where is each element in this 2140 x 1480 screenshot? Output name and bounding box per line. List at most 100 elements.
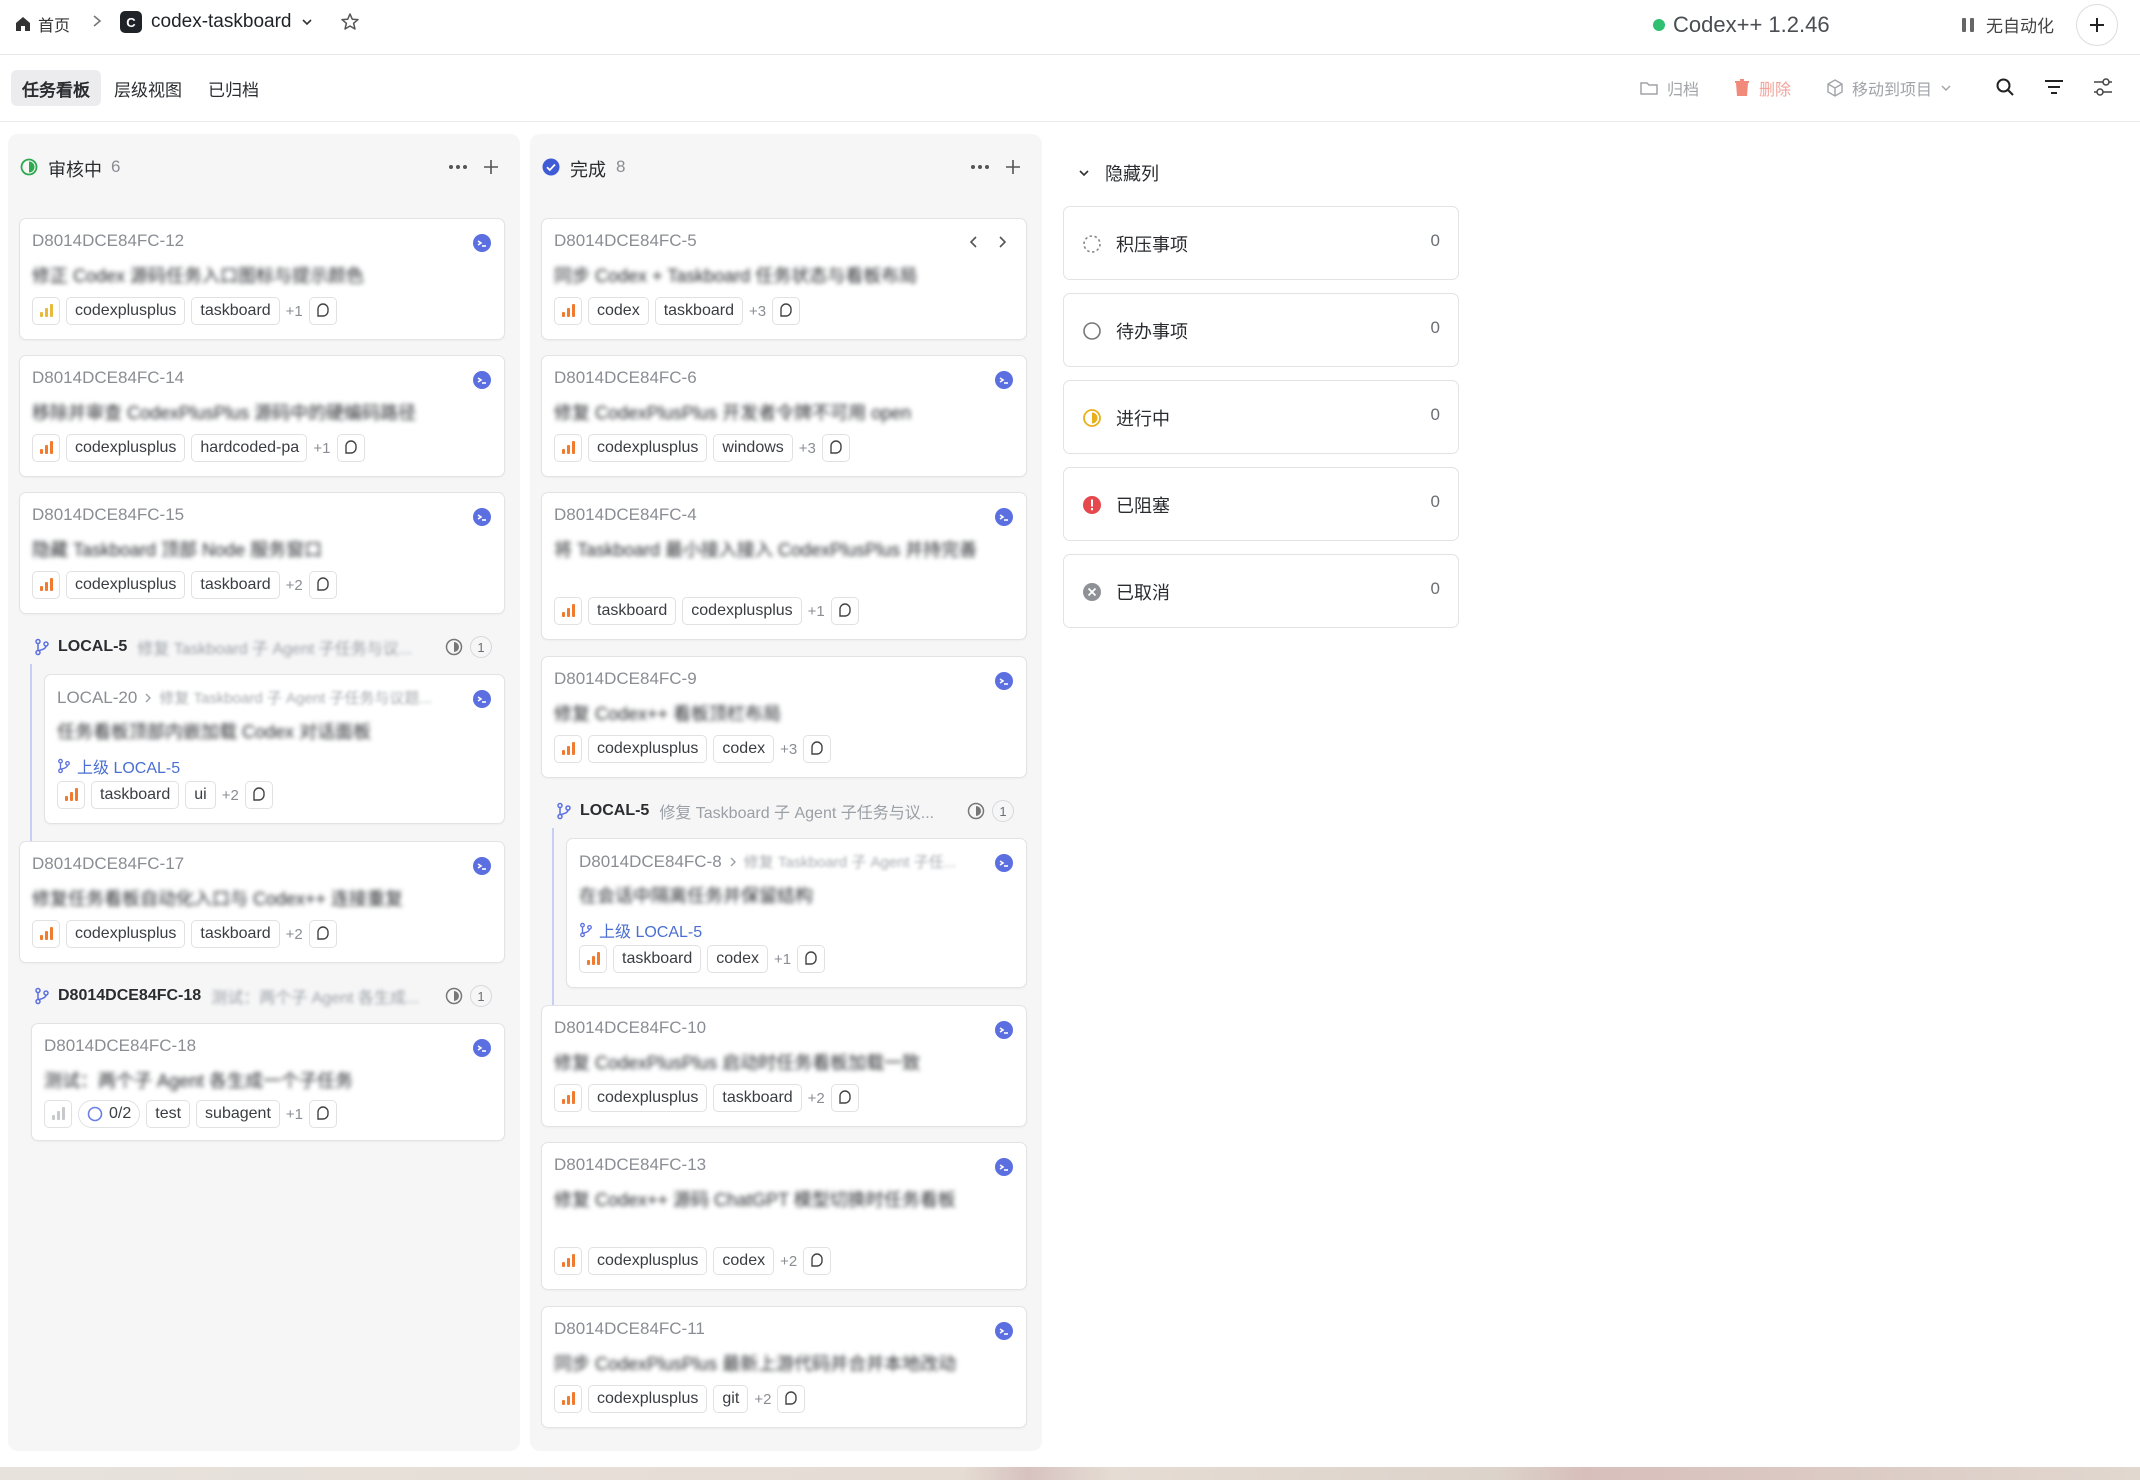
comment-icon[interactable] <box>803 1247 832 1275</box>
task-card[interactable]: D8014DCE84FC-18 测试：两个子 Agent 各生成一个子任务 0/… <box>31 1023 505 1141</box>
label-tag: codexplusplus <box>66 434 186 462</box>
hidden-column-in-progress[interactable]: 进行中 0 <box>1063 380 1459 454</box>
label-tag: taskboard <box>613 945 702 973</box>
label-tag: ui <box>185 781 216 809</box>
task-title: 移除并审查 CodexPlusPlus 源码中的硬编码路径 <box>32 403 417 423</box>
task-title: 将 Taskboard 最小接入接入 CodexPlusPlus 并持完善 <box>554 540 978 560</box>
comment-icon[interactable] <box>309 1100 337 1128</box>
comment-icon[interactable] <box>803 735 832 763</box>
branch-icon <box>580 922 592 938</box>
task-card[interactable]: D8014DCE84FC-17 修复任务看板自动化入口与 Codex++ 连接重… <box>19 841 505 963</box>
hidden-column-todo[interactable]: 待办事项 0 <box>1063 293 1459 367</box>
more-options-icon[interactable] <box>970 164 990 170</box>
project-switcher[interactable]: C codex-taskboard <box>120 11 314 33</box>
archive-button[interactable]: 归档 <box>1639 76 1699 100</box>
task-card[interactable]: D8014DCE84FC-6 修复 CodexPlusPlus 开发者令牌不可用… <box>541 355 1027 477</box>
task-card[interactable]: D8014DCE84FC-4 将 Taskboard 最小接入接入 CodexP… <box>541 492 1027 640</box>
task-meta: taskboard codexplusplus +1 <box>554 597 859 625</box>
hidden-columns-title: 隐藏列 <box>1105 164 1159 184</box>
display-settings-icon[interactable] <box>2092 77 2114 97</box>
branch-icon <box>557 802 571 820</box>
task-card[interactable]: D8014DCE84FC-14 移除并审查 CodexPlusPlus 源码中的… <box>19 355 505 477</box>
comment-icon[interactable] <box>772 297 801 325</box>
parent-crumb: 修复 Taskboard 子 Agent 子任务与议题... <box>159 690 432 707</box>
tab-board[interactable]: 任务看板 <box>11 70 101 106</box>
home-link[interactable]: 首页 <box>14 12 70 36</box>
project-avatar: C <box>120 11 142 33</box>
archive-label: 归档 <box>1667 82 1700 99</box>
comment-icon[interactable] <box>308 571 337 599</box>
agent-icon <box>473 371 491 389</box>
folder-icon <box>1640 82 1658 95</box>
progress-ring-icon <box>87 1106 103 1122</box>
project-name: codex-taskboard <box>151 11 292 32</box>
comment-icon[interactable] <box>830 1084 859 1112</box>
hidden-column-count: 0 <box>1430 492 1440 511</box>
star-icon[interactable] <box>340 12 360 32</box>
label-tag: taskboard <box>588 597 677 625</box>
automation-toggle[interactable]: 无自动化 <box>1960 12 2054 37</box>
priority-high-icon <box>32 920 60 948</box>
comment-icon[interactable] <box>244 781 273 809</box>
task-card[interactable]: D8014DCE84FC-12 修正 Codex 源码任务入口图标与提示颜色 c… <box>19 218 505 340</box>
tab-hierarchy[interactable]: 层级视图 <box>103 70 193 106</box>
parent-group-header[interactable]: LOCAL-5 修复 Taskboard 子 Agent 子任务与议... <box>556 796 956 826</box>
task-card[interactable]: D8014DCE84FC-15 隐藏 Taskboard 顶部 Node 服务窗… <box>19 492 505 614</box>
label-tag: test <box>146 1100 191 1128</box>
search-icon[interactable] <box>1995 77 2015 97</box>
task-id: D8014DCE84FC-14 <box>32 368 185 387</box>
parent-group-header[interactable]: D8014DCE84FC-18 测试：两个子 Agent 各生成... <box>34 981 504 1011</box>
task-meta: codex taskboard +3 <box>554 297 801 325</box>
move-to-project-button[interactable]: 移动到项目 <box>1826 76 1952 100</box>
hidden-column-count: 0 <box>1430 405 1440 424</box>
task-meta: 0/2 test subagent +1 <box>44 1100 337 1128</box>
parent-link[interactable]: 上级 LOCAL-5 <box>579 918 702 942</box>
hidden-column-backlog[interactable]: 积压事项 0 <box>1063 206 1459 280</box>
task-card[interactable]: D8014DCE84FC-9 修复 Codex++ 看板顶栏布局 codexpl… <box>541 656 1027 778</box>
task-meta: codexplusplus windows +3 <box>554 434 850 462</box>
add-card-icon[interactable] <box>483 159 499 175</box>
hidden-column-canceled[interactable]: 已取消 0 <box>1063 554 1459 628</box>
comment-icon[interactable] <box>308 297 337 325</box>
task-card[interactable]: D8014DCE84FC-8 修复 Taskboard 子 Agent 子任..… <box>566 838 1027 988</box>
subtask-progress: 0/2 <box>78 1100 141 1128</box>
hidden-columns-toggle[interactable]: 隐藏列 <box>1077 160 1159 186</box>
delete-button[interactable]: 删除 <box>1733 76 1791 100</box>
tab-archived[interactable]: 已归档 <box>197 70 270 106</box>
comment-icon[interactable] <box>777 1385 806 1413</box>
priority-high-icon <box>57 781 85 809</box>
more-tags-count: +1 <box>313 439 331 457</box>
taskbar-strip <box>0 1467 2140 1480</box>
chevron-right-icon[interactable] <box>996 235 1008 249</box>
filter-icon[interactable] <box>2043 77 2065 97</box>
task-card[interactable]: LOCAL-20 修复 Taskboard 子 Agent 子任务与议题... … <box>44 674 505 824</box>
task-card[interactable]: D8014DCE84FC-5 同步 Codex + Taskboard 任务状态… <box>541 218 1027 340</box>
task-title: 测试：两个子 Agent 各生成一个子任务 <box>44 1071 354 1091</box>
parent-link[interactable]: 上级 LOCAL-5 <box>57 754 180 778</box>
priority-high-icon <box>32 571 60 599</box>
comment-icon[interactable] <box>821 434 850 462</box>
label-tag: codexplusplus <box>66 571 186 599</box>
add-button[interactable] <box>2076 4 2118 46</box>
priority-high-icon <box>554 1084 582 1112</box>
chevron-left-icon[interactable] <box>968 235 980 249</box>
comment-icon[interactable] <box>797 945 826 973</box>
agent-icon <box>995 371 1013 389</box>
task-card[interactable]: D8014DCE84FC-13 修复 Codex++ 源码 ChatGPT 模型… <box>541 1142 1027 1290</box>
canceled-status-icon <box>1083 583 1101 601</box>
label-tag: codexplusplus <box>682 597 802 625</box>
label-tag: hardcoded-pa <box>191 434 308 462</box>
comment-icon[interactable] <box>830 597 859 625</box>
task-id: D8014DCE84FC-18 <box>44 1036 197 1055</box>
comment-icon[interactable] <box>308 920 337 948</box>
more-options-icon[interactable] <box>448 164 468 170</box>
comment-icon[interactable] <box>336 434 365 462</box>
add-card-icon[interactable] <box>1005 159 1021 175</box>
hidden-column-blocked[interactable]: 已阻塞 0 <box>1063 467 1459 541</box>
task-card[interactable]: D8014DCE84FC-10 修复 CodexPlusPlus 启动时任务看板… <box>541 1005 1027 1127</box>
child-count-badge: 1 <box>470 636 492 658</box>
delete-label: 删除 <box>1759 82 1792 99</box>
priority-none-icon <box>44 1100 72 1128</box>
task-card[interactable]: D8014DCE84FC-11 同步 CodexPlusPlus 最新上游代码并… <box>541 1306 1027 1428</box>
parent-group-header[interactable]: LOCAL-5 修复 Taskboard 子 Agent 子任务与议... <box>34 632 504 662</box>
